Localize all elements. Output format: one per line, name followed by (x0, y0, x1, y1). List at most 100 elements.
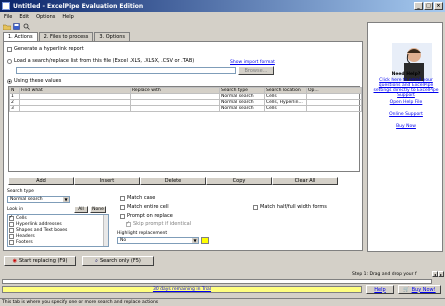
menu-file[interactable]: File (4, 14, 12, 20)
help-button[interactable]: Help (366, 285, 394, 294)
toolbar (2, 22, 31, 31)
close-button[interactable]: × (434, 2, 443, 10)
use-values-label: Using these values (14, 78, 62, 84)
start-replacing-icon: ◉ (12, 258, 17, 264)
skip-prompt-label: Skip prompt if identical (133, 221, 192, 227)
look-in-scrollbar[interactable] (103, 215, 108, 246)
menu-edit[interactable]: Edit (19, 14, 29, 20)
grid-cell[interactable]: Normal search (219, 105, 265, 112)
list-item-label: Shapes and Text boxes (16, 227, 68, 233)
open-folder-icon[interactable] (2, 22, 11, 31)
look-in-list[interactable]: Cells Hyperlink addresses Shapes and Tex… (7, 214, 109, 247)
look-in-all-button[interactable]: All (74, 206, 88, 213)
email-support-link[interactable]: Click here to email your questions and E… (368, 78, 444, 98)
import-file-input[interactable] (16, 67, 236, 74)
maximize-button[interactable]: □ (424, 2, 433, 10)
step-instruction: Step 1: Drag and drop your f (352, 272, 417, 277)
step-next-button[interactable]: ▸ (438, 271, 444, 277)
prompt-on-replace-label: Prompt on replace (127, 213, 173, 219)
headers-checkbox[interactable] (9, 233, 14, 239)
footers-checkbox[interactable] (9, 239, 14, 245)
generate-report-checkbox[interactable] (7, 46, 12, 52)
hyperlink-addresses-checkbox[interactable] (9, 221, 14, 227)
grid-cell: 3 (9, 105, 20, 112)
list-item-label: Headers (16, 233, 35, 239)
match-half-full-row: Match half/full width forms (253, 204, 327, 210)
show-import-format-link[interactable]: Show import format (230, 60, 275, 65)
shapes-checkbox[interactable] (9, 227, 14, 233)
buy-now-label: Buy Now! (411, 286, 436, 293)
grid-cell[interactable] (130, 105, 220, 112)
chevron-down-icon[interactable]: ▼ (63, 197, 69, 202)
app-icon (2, 2, 10, 10)
save-icon[interactable] (12, 22, 21, 31)
grid-cell[interactable]: Cells, Hyperlin... (264, 99, 307, 106)
highlight-select[interactable]: No ▼ (117, 237, 199, 244)
open-help-file-link[interactable]: Open Help File (368, 100, 444, 105)
copy-button[interactable]: Copy (206, 177, 272, 185)
replace-grid: N Find what Replace with Search type Sea… (8, 86, 362, 172)
match-half-full-checkbox[interactable] (253, 204, 258, 210)
match-case-checkbox[interactable] (120, 195, 125, 201)
search-type-select[interactable]: Normal search ▼ (7, 196, 70, 203)
look-in-none-button[interactable]: None (90, 206, 106, 213)
grid-cell[interactable] (306, 105, 362, 112)
highlight-value: No (120, 238, 127, 243)
load-file-radio[interactable] (7, 58, 12, 64)
drop-hint-bar (2, 279, 432, 284)
list-item-label: Cells (16, 215, 27, 221)
table-row[interactable]: 3 Normal search Cells (9, 105, 362, 112)
use-values-row: Using these values (7, 78, 61, 84)
start-replacing-button[interactable]: ◉ Start replacing (F9) (4, 256, 76, 266)
window-title: Untitled - ExcelPipe Evaluation Edition (13, 2, 144, 10)
menu-help[interactable]: Help (62, 14, 73, 20)
add-button[interactable]: Add (8, 177, 74, 185)
search-type-label: Search type (7, 189, 34, 194)
match-entire-cell-row: Match entire cell (120, 204, 169, 210)
use-values-radio[interactable] (7, 78, 12, 84)
highlight-color-swatch[interactable] (201, 237, 209, 244)
generate-report-label: Generate a hyperlink report (14, 46, 84, 52)
match-case-label: Match case (127, 195, 156, 201)
tab-files-to-process[interactable]: 2. Files to process (38, 32, 94, 41)
status-bar: This tab is where you specify one or mor… (0, 298, 445, 306)
search-only-icon: ⌕ (95, 258, 98, 264)
search-only-button[interactable]: ⌕ Search only (F5) (82, 256, 154, 266)
grid-cell[interactable] (19, 105, 131, 112)
highlight-label: Highlight replacement (117, 231, 168, 236)
cart-icon: 🛒 (403, 286, 410, 293)
match-entire-cell-checkbox[interactable] (120, 204, 125, 210)
list-item[interactable]: Footers (8, 239, 108, 245)
insert-button[interactable]: Insert (74, 177, 140, 185)
search-icon[interactable] (22, 22, 31, 31)
load-file-row: Load a search/replace list from this fil… (7, 58, 194, 64)
online-support-link[interactable]: Online Support (368, 112, 444, 117)
delete-button[interactable]: Delete (140, 177, 206, 185)
browse-button[interactable]: Browse... (238, 66, 274, 75)
prompt-on-replace-checkbox[interactable] (120, 213, 125, 219)
skip-prompt-checkbox[interactable] (126, 220, 131, 227)
actions-panel: Generate a hyperlink report Load a searc… (3, 41, 363, 251)
generate-report-row: Generate a hyperlink report (7, 46, 84, 52)
grid-header-search-location[interactable]: Search location (264, 87, 307, 94)
clear-all-button[interactable]: Clear All (272, 177, 338, 185)
grid-cell[interactable]: Cells (264, 105, 307, 112)
prompt-on-replace-row: Prompt on replace (120, 213, 173, 219)
minimize-button[interactable]: _ (414, 2, 423, 10)
search-only-label: Search only (F5) (99, 258, 141, 264)
tab-actions[interactable]: 1. Actions (3, 32, 38, 41)
search-type-value: Normal search (10, 197, 43, 202)
buy-now-button[interactable]: 🛒 Buy Now! (398, 285, 441, 294)
list-item-label: Hyperlink addresses (16, 221, 62, 227)
tab-options[interactable]: 3. Options (94, 32, 131, 41)
look-in-label: Look in (7, 207, 24, 212)
match-case-row: Match case (120, 195, 155, 201)
menu-options[interactable]: Options (36, 14, 55, 20)
buy-now-link[interactable]: Buy Now (368, 124, 444, 129)
cells-checkbox[interactable] (9, 215, 14, 221)
trial-progress: 30 days remaining in Trial (2, 286, 362, 293)
trial-remaining-link[interactable]: 30 days remaining in Trial (153, 287, 211, 292)
chevron-down-icon[interactable]: ▼ (192, 238, 198, 243)
help-sidebar: Need Help? Click here to email your ques… (367, 22, 443, 252)
load-file-label: Load a search/replace list from this fil… (14, 58, 195, 64)
